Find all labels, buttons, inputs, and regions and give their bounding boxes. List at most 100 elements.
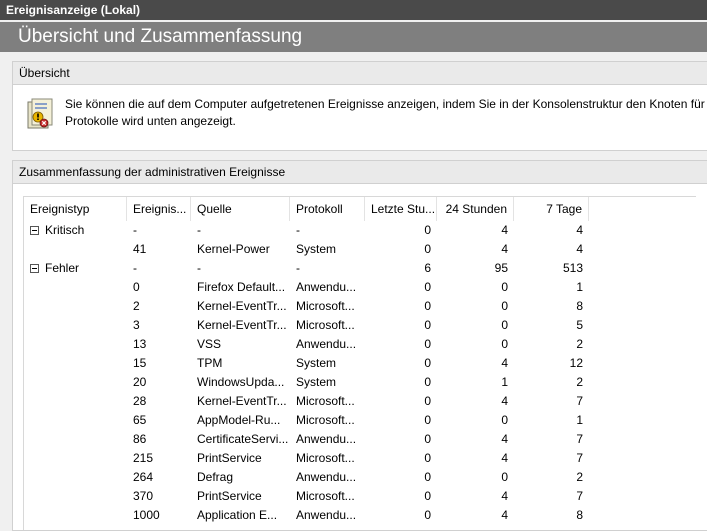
last-hour-cell: 0 [424,318,431,332]
column-header-7-days[interactable]: 7 Tage [514,197,589,221]
last-hour-cell: 0 [424,413,431,427]
column-header-event-id[interactable]: Ereignis... [127,197,191,221]
event-type-cell: Kritisch [24,221,127,240]
24-hours-cell: 0 [501,470,508,484]
table-row[interactable]: 215 PrintService Microsoft... 0 4 7 [24,449,696,468]
last-hour-cell: 0 [424,356,431,370]
event-id-cell: 13 [133,337,147,351]
table-row[interactable]: 1000 Application E... Anwendu... 0 4 8 [24,506,696,525]
column-header-event-type[interactable]: Ereignistyp [24,197,127,221]
last-hour-cell: 0 [424,299,431,313]
overview-section: Übersicht Sie können die auf dem Compute… [12,61,707,151]
source-cell: VSS [197,337,222,351]
event-type-cell [24,392,127,411]
7-days-cell: 7 [576,394,583,408]
last-hour-cell: 0 [424,223,431,237]
24-hours-cell: 4 [501,356,508,370]
event-id-cell: 28 [133,394,147,408]
event-id-cell: 215 [133,451,154,465]
table-row[interactable]: 2 Kernel-EventTr... Microsoft... 0 0 8 [24,297,696,316]
table-header: Ereignistyp Ereignis... Quelle Protokoll… [24,197,696,221]
last-hour-cell: 0 [424,470,431,484]
7-days-cell: 1 [576,280,583,294]
log-cell: Microsoft... [296,394,355,408]
summary-section: Zusammenfassung der administrativen Erei… [12,160,707,531]
source-cell: WindowsUpda... [197,375,285,389]
table-row[interactable]: 86 CertificateServi... Anwendu... 0 4 7 [24,430,696,449]
source-cell: Application E... [197,508,278,522]
event-id-cell: 86 [133,432,147,446]
event-type-cell: Fehler [24,259,127,278]
7-days-cell: 4 [576,242,583,256]
source-cell: Kernel-EventTr... [197,318,287,332]
table-row[interactable]: 264 Defrag Anwendu... 0 0 2 [24,468,696,487]
source-cell: AppModel-Ru... [197,413,281,427]
event-type-cell [24,335,127,354]
table-row[interactable]: 65 AppModel-Ru... Microsoft... 0 0 1 [24,411,696,430]
table-row[interactable]: 41 Kernel-Power System 0 4 4 [24,240,696,259]
source-cell: Kernel-EventTr... [197,394,287,408]
page-banner: Übersicht und Zusammenfassung [0,22,707,52]
overview-header-label: Übersicht [19,66,70,80]
24-hours-cell: 4 [501,508,508,522]
event-type-cell [24,506,127,525]
log-cell: Anwendu... [296,280,357,294]
log-cell: Microsoft... [296,489,355,503]
column-header-log[interactable]: Protokoll [290,197,365,221]
7-days-cell: 12 [569,356,583,370]
event-id-cell: - [133,223,137,237]
7-days-cell: 2 [576,375,583,389]
event-type-cell [24,240,127,259]
7-days-cell: 4 [576,223,583,237]
summary-header[interactable]: Zusammenfassung der administrativen Erei… [13,161,707,184]
event-id-cell: 41 [133,242,147,256]
7-days-cell: 5 [576,318,583,332]
24-hours-cell: 0 [501,299,508,313]
log-cell: System [296,375,337,389]
table-row[interactable]: 370 PrintService Microsoft... 0 4 7 [24,487,696,506]
event-type-cell [24,411,127,430]
table-row[interactable]: Fehler - - - 6 95 513 [24,259,696,278]
events-table: Ereignistyp Ereignis... Quelle Protokoll… [23,196,696,530]
overview-header[interactable]: Übersicht [13,62,707,85]
group-label: Fehler [45,261,80,275]
table-row[interactable]: Kritisch - - - 0 4 4 [24,221,696,240]
overview-description: Sie können die auf dem Computer aufgetre… [65,96,705,130]
table-row[interactable]: 15 TPM System 0 4 12 [24,354,696,373]
source-cell: TPM [197,356,223,370]
collapse-toggle-icon[interactable] [30,226,39,235]
log-cell: Anwendu... [296,508,357,522]
table-row[interactable]: 13 VSS Anwendu... 0 0 2 [24,335,696,354]
event-log-icon [27,98,53,129]
source-cell: Firefox Default... [197,280,286,294]
7-days-cell: 1 [576,413,583,427]
source-cell: PrintService [197,489,262,503]
source-cell: Kernel-Power [197,242,270,256]
column-header-source[interactable]: Quelle [191,197,290,221]
event-type-cell [24,316,127,335]
collapse-toggle-icon[interactable] [30,264,39,273]
summary-body: Ereignistyp Ereignis... Quelle Protokoll… [13,184,707,530]
table-row[interactable]: 28 Kernel-EventTr... Microsoft... 0 4 7 [24,392,696,411]
source-cell: Defrag [197,470,234,484]
page-title: Übersicht und Zusammenfassung [18,26,303,47]
7-days-cell: 7 [576,451,583,465]
event-type-cell [24,487,127,506]
event-id-cell: 1000 [133,508,160,522]
overview-line-2: Protokolle wird unten angezeigt. [65,114,236,128]
table-row[interactable]: 3 Kernel-EventTr... Microsoft... 0 0 5 [24,316,696,335]
last-hour-cell: 0 [424,337,431,351]
event-id-cell: 264 [133,470,154,484]
event-type-cell [24,354,127,373]
log-cell: - [296,223,300,237]
table-row[interactable]: 20 WindowsUpda... System 0 1 2 [24,373,696,392]
event-type-cell [24,278,127,297]
column-header-last-hour[interactable]: Letzte Stu... [365,197,437,221]
table-row[interactable]: 0 Firefox Default... Anwendu... 0 0 1 [24,278,696,297]
log-cell: Microsoft... [296,451,355,465]
source-cell: Kernel-EventTr... [197,299,287,313]
column-header-24-hours[interactable]: 24 Stunden [437,197,514,221]
event-type-cell [24,468,127,487]
log-cell: Anwendu... [296,432,357,446]
7-days-cell: 8 [576,508,583,522]
